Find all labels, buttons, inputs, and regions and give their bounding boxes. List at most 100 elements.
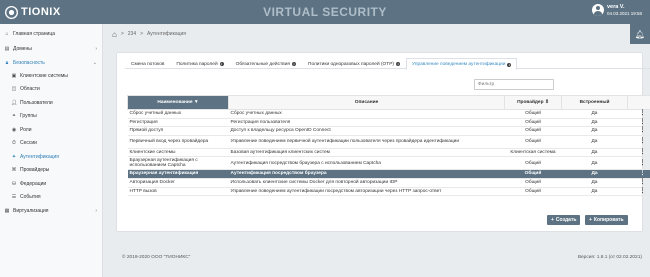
sidebar-item-label: Аутентификация: [20, 153, 59, 160]
cell-builtin: Да: [561, 126, 628, 136]
sidebar-item-label: Виртуализация: [13, 207, 49, 214]
create-button-label: Создать: [555, 217, 577, 223]
user-name: vera V.: [606, 4, 625, 10]
cell-provider: Общий: [504, 118, 562, 128]
table-row[interactable]: Авторизация Docker Использовать клиентск…: [127, 178, 650, 188]
table-header-row: Наименование ▼ Описание Провайдер ⇕ Встр…: [127, 95, 650, 110]
sidebar-item-users[interactable]: 👤︎ Пользователи: [0, 97, 103, 108]
sidebar-item-roles[interactable]: ◉ Роли: [0, 124, 103, 135]
role-icon: ◉: [11, 126, 17, 133]
column-header-name[interactable]: Наименование ▼: [127, 95, 229, 110]
cell-builtin: Да: [561, 187, 628, 197]
tab-required-actions[interactable]: Обязательные действия i: [230, 58, 302, 69]
table-row[interactable]: Браузерная аутентификация с использовани…: [127, 156, 650, 171]
user-avatar-icon: [591, 4, 604, 16]
cell-name: Браузерная аутентификация с использовани…: [127, 156, 229, 171]
tab-otp-policy[interactable]: Политики одноразовых паролей (OTP) i: [302, 58, 406, 69]
tab-auth-behavior[interactable]: Управление поведением аутентификации i: [406, 58, 518, 70]
cell-name: HTTP вызов: [127, 187, 229, 197]
sidebar-item-providers[interactable]: ⌘ Провайдеры: [0, 164, 103, 175]
sidebar-item-groups[interactable]: ⚭ Группы: [0, 110, 103, 121]
cell-provider: Общий: [504, 126, 562, 136]
client-icon: ▣: [11, 72, 17, 79]
sidebar-item-virtualization[interactable]: ▦ Виртуализация ›: [0, 205, 103, 216]
table-row[interactable]: Прямой доступ Доступ к владельцу ресурса…: [127, 126, 650, 136]
cell-description: Управление поведением аутентификации пос…: [228, 187, 505, 197]
sidebar-item-realms[interactable]: ◫ Области: [0, 83, 103, 94]
tab-label: Обязательные действия: [235, 61, 290, 67]
more-vertical-icon[interactable]: ⋮: [640, 188, 646, 194]
cell-description: Аутентификация посредством браузера: [228, 169, 505, 179]
notification-bell-icon[interactable]: 🔔︎: [630, 24, 650, 44]
sidebar-item-label: Домены: [13, 45, 32, 52]
sidebar-item-clients[interactable]: ▣ Клиентские системы: [0, 70, 103, 81]
event-icon: ☰: [11, 193, 17, 200]
sidebar: ⌂ Главная страница ▤ Домены › 🔒︎ Безопас…: [0, 24, 103, 277]
more-vertical-icon[interactable]: ⋮: [640, 149, 646, 155]
cell-builtin: Да: [561, 109, 628, 119]
tab-password-policy[interactable]: Политика паролей i: [170, 58, 229, 69]
tab-bar: Смена потоков Политика паролей i Обязате…: [125, 58, 650, 70]
more-vertical-icon[interactable]: ⋮: [640, 138, 646, 144]
table-row[interactable]: Сброс учетный данных Сброс учетных данны…: [127, 109, 650, 119]
cell-description: Использовать клиентские системы Docker д…: [228, 178, 505, 188]
footer-version: Версия: 1.8.1 (от 02.02.2021): [577, 255, 642, 260]
cell-provider: Общий: [504, 156, 562, 171]
app-title: VIRTUAL SECURITY: [263, 5, 387, 19]
info-icon: i: [219, 62, 224, 66]
auth-icon: ✦: [11, 153, 17, 160]
sidebar-item-label: Федерации: [20, 180, 47, 187]
sidebar-item-home[interactable]: ⌂ Главная страница: [0, 28, 103, 39]
copy-button-label: Копировать: [593, 217, 624, 223]
cell-builtin: Да: [561, 178, 628, 188]
filter-input[interactable]: [474, 79, 554, 90]
footer-copyright: © 2019-2020 ООО "ТИОНИКС": [122, 255, 191, 260]
provider-icon: ⌘: [11, 166, 17, 173]
sidebar-item-label: Сессии: [20, 139, 37, 146]
column-header-provider[interactable]: Провайдер ⇕: [504, 95, 562, 110]
plus-icon: +: [551, 217, 554, 223]
cell-name: Клиентские системы: [127, 148, 229, 158]
breadcrumb-item-realm[interactable]: 234: [128, 31, 136, 37]
more-vertical-icon[interactable]: ⋮: [640, 110, 646, 116]
table-row[interactable]: Регистрация Регистрация пользователя Общ…: [127, 118, 650, 128]
table-row-selected[interactable]: Браузерная аутентификация Аутентификация…: [127, 169, 650, 179]
realm-icon: ◫: [11, 85, 17, 92]
cell-builtin: Да: [561, 169, 628, 179]
sidebar-item-security[interactable]: 🔒︎ Безопасность ⌄: [0, 57, 103, 68]
more-vertical-icon[interactable]: ⋮: [640, 127, 646, 133]
table-row[interactable]: HTTP вызов Управление поведением аутенти…: [127, 187, 650, 197]
cell-builtin: Да: [561, 156, 628, 171]
cell-name: Прямой доступ: [127, 126, 229, 136]
cell-description: Доступ к владельцу ресурса OpenID Connec…: [228, 126, 505, 136]
sidebar-item-sessions[interactable]: ⏱︎ Сессии: [0, 137, 103, 148]
sidebar-item-authentication[interactable]: ✦ Аутентификация: [0, 151, 103, 162]
cell-name: Авторизация Docker: [127, 178, 229, 188]
cell-name: Регистрация: [127, 118, 229, 128]
table-row[interactable]: Клиентские системы Базовая аутентификаци…: [127, 148, 650, 158]
sidebar-item-events[interactable]: ☰ События: [0, 191, 103, 202]
table-row[interactable]: Первичный вход через провайдера Управлен…: [127, 135, 650, 149]
more-vertical-icon[interactable]: ⋮: [640, 160, 646, 166]
more-vertical-icon[interactable]: ⋮: [640, 119, 646, 125]
cell-name: Браузерная аутентификация: [127, 169, 229, 179]
cell-provider: Общий: [504, 169, 562, 179]
tab-label: Политика паролей: [176, 61, 218, 67]
cell-description: Аутентификация посредством браузера с ис…: [228, 156, 505, 171]
copy-button[interactable]: + Копировать: [585, 215, 628, 225]
more-vertical-icon[interactable]: ⋮: [640, 170, 646, 176]
sidebar-item-federations[interactable]: ⛁ Федерации: [0, 178, 103, 189]
tab-flow-change[interactable]: Смена потоков: [125, 58, 170, 69]
create-button[interactable]: + Создать: [547, 215, 581, 225]
sort-desc-icon: ▼: [193, 100, 199, 105]
tab-label: Политики одноразовых паролей (OTP): [308, 61, 395, 67]
session-icon: ⏱︎: [12, 139, 16, 146]
sidebar-item-domains[interactable]: ▤ Домены ›: [0, 43, 103, 54]
home-icon[interactable]: ⌂: [112, 30, 117, 39]
home-icon: ⌂: [5, 30, 9, 37]
group-icon: ⚭: [11, 112, 17, 119]
more-vertical-icon[interactable]: ⋮: [640, 179, 646, 185]
chevron-right-icon: ›: [95, 207, 97, 214]
cell-provider: Общий: [504, 135, 562, 149]
user-menu[interactable]: vera V. 04.03.2021 19:58: [591, 4, 642, 16]
